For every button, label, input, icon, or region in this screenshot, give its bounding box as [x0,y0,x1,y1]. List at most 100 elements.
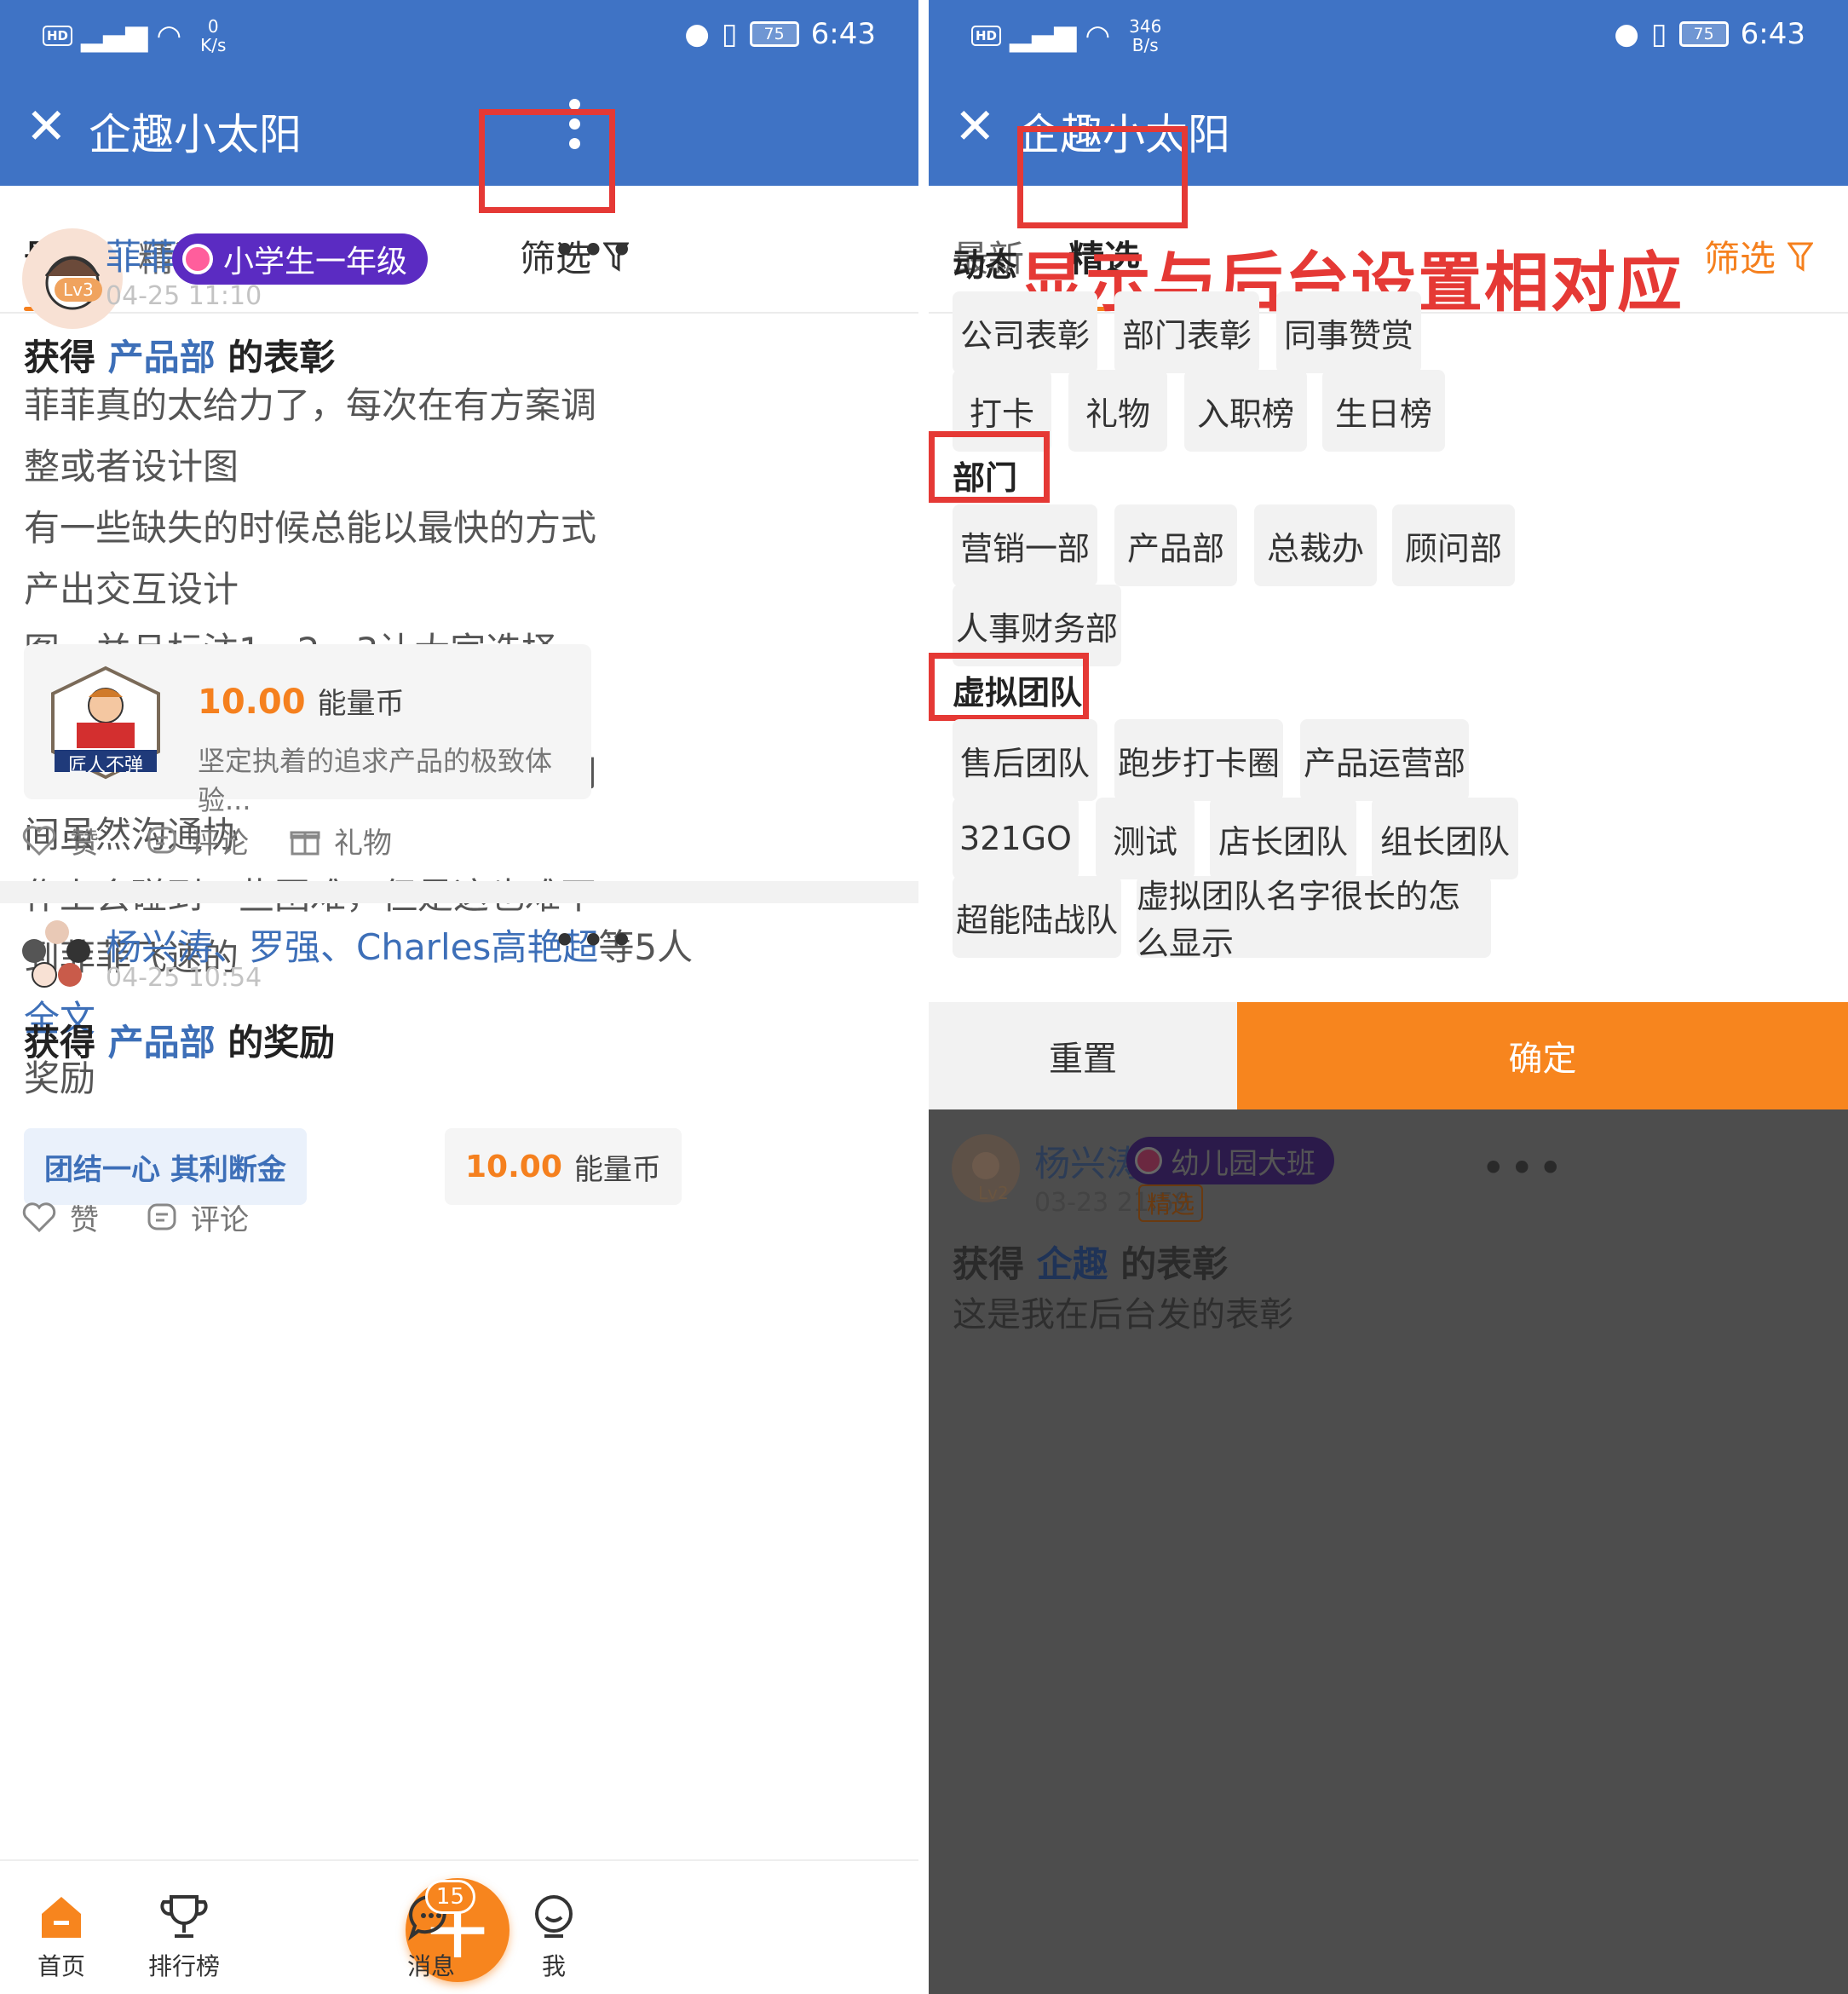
filter-chip[interactable]: 公司表彰 [953,291,1097,373]
department-link[interactable]: 产品部 [108,337,216,378]
hd-icon: HD [971,26,1002,46]
author-name[interactable]: 菲菲 [106,228,177,280]
home-icon [42,1897,81,1938]
group-avatar[interactable] [20,919,94,992]
reward-tag: 团结一心 其利断金 [24,1128,307,1205]
filter-chip[interactable]: 跑步打卡圈 [1114,719,1283,801]
filter-chip[interactable]: 测试 [1096,798,1195,879]
post-divider [0,881,918,903]
gem-icon [1135,1147,1162,1174]
status-bar: HD ▂▄▆ ◠ 0 K/s ● ▯ 75 6:43 [43,12,876,63]
reward-description: 坚定执着的追求产品的极致体验... [198,745,553,816]
post-time: 04-25 10:54 [106,963,262,993]
nav-leaderboard[interactable]: 排行榜 [133,1892,235,1982]
highlight-department-label [929,431,1050,503]
filter-chip[interactable]: 营销一部 [953,504,1097,586]
level-badge: Lv3 [55,278,102,302]
filter-chip[interactable]: 顾问部 [1392,504,1515,586]
close-icon[interactable]: ✕ [26,101,67,152]
nav-home[interactable]: 首页 [10,1892,112,1982]
highlight-featured-tab [1017,126,1188,228]
like-button[interactable]: 赞 [22,1196,99,1238]
app-bar: HD ▂▄▆ ◠ 0 K/s ● ▯ 75 6:43 ✕ 企趣小太阳 [0,0,918,186]
filter-chip[interactable]: 虚拟团队名字很长的怎么显示 [1137,876,1491,962]
gem-icon [182,244,213,274]
battery-icon: 75 [749,21,799,47]
confirm-button[interactable]: 确定 [1237,1002,1848,1109]
unread-badge: 15 [424,1880,475,1914]
filter-chip[interactable]: 售后团队 [953,719,1097,801]
filter-chip[interactable]: 组长团队 [1372,798,1518,879]
gift-button[interactable]: 礼物 [290,820,392,862]
comment-button[interactable]: 评论 [147,1196,249,1238]
dim-overlay[interactable]: Lv2 杨兴涛 幼儿园大班 ••• 03-23 21:59 精选 获得 企趣 的… [929,1109,1848,1994]
panel-separator [918,0,929,1994]
vibrate-icon: ▯ [721,17,738,51]
filter-chip[interactable]: 321GO [953,798,1079,879]
section-label-dynamic: 动态 [953,246,1018,284]
location-icon: ● [684,17,710,51]
filter-chip[interactable]: 部门表彰 [1114,291,1259,373]
filter-chip[interactable]: 产品运营部 [1300,719,1469,801]
heart-icon [22,1202,56,1232]
status-bar: HD ▂▄▆ ◠ 346 B/s ● ▯ 75 6:43 [971,12,1805,63]
page-title: 企趣小太阳 [89,110,302,159]
battery-icon: 75 [1678,21,1729,47]
comment-button[interactable]: 评论 [147,820,249,862]
feed-screen: HD ▂▄▆ ◠ 0K/s ● ▯ 75 6:43 ✕ 企趣小太阳 最新 精选 … [0,0,918,1994]
wifi-icon: ◠ [1085,19,1111,53]
comment-icon [147,1203,176,1230]
filter-chip[interactable]: 店长团队 [1210,798,1356,879]
nav-messages[interactable]: 消息 15 [380,1880,482,1982]
clock: 6:43 [810,17,876,51]
signal-icon: ▂▄▆ [1010,19,1077,53]
nav-me[interactable]: 我 [503,1892,605,1982]
comment-icon [147,827,176,853]
reset-button[interactable]: 重置 [929,1002,1237,1109]
grade-badge: 幼儿园大班 [1126,1137,1334,1184]
close-icon[interactable]: ✕ [954,101,996,152]
filter-chip[interactable]: 生日榜 [1322,370,1445,452]
post-body: 这是我在后台发的表彰 [953,1295,1293,1334]
bottom-nav: 首页 排行榜 + 消息 15 我 [0,1859,918,1994]
grade-badge: 小学生一年级 [172,233,429,285]
user-icon [535,1895,573,1938]
post-more-icon[interactable]: ••• [552,919,637,962]
signal-icon: ▂▄▆ [81,19,148,53]
highlight-filter-box [479,109,615,213]
gift-icon [290,831,320,855]
filter-chip[interactable]: 超能陆战队 [953,876,1121,958]
filter-chip[interactable]: 礼物 [1068,370,1167,452]
badge-caption: 匠人不弹 [67,755,143,776]
filter-chip[interactable]: 入职榜 [1184,370,1307,452]
network-speed: 346 B/s [1129,16,1162,55]
hd-icon: HD [43,26,73,46]
network-speed: 0 K/s [200,16,227,55]
post-title: 获得 企趣 的表彰 [953,1243,1229,1285]
coin-reward: 10.00 能量币 [198,683,405,722]
filter-screen: HD ▂▄▆ ◠ 346 B/s ● ▯ 75 6:43 ✕ 企趣小太阳 最新 精… [929,0,1848,1994]
post-title: 获得 产品部 的表彰 [24,337,336,378]
location-icon: ● [1614,17,1639,51]
filter-chip[interactable]: 产品部 [1114,504,1237,586]
department-link[interactable]: 产品部 [108,1022,216,1063]
coin-reward: 10.00 能量币 [445,1128,682,1205]
post-body: 奖励 [24,1058,96,1099]
heart-icon [22,825,56,856]
featured-tag: 精选 [1138,1184,1204,1222]
post-time: 04-25 11:10 [106,281,262,311]
level-badge: Lv2 [978,1183,1009,1203]
post-more-icon: ••• [1481,1144,1567,1193]
filter-chip[interactable]: 总裁办 [1254,504,1377,586]
reward-card[interactable]: 匠人不弹 10.00 能量币 坚定执着的追求产品的极致体验... [24,644,591,816]
filter-button[interactable]: 筛选 [1704,230,1814,282]
funnel-icon [1788,242,1814,272]
vibrate-icon: ▯ [1650,17,1667,51]
post-more-icon[interactable]: ••• [552,229,637,272]
trophy-icon [160,1895,208,1938]
highlight-virtual-team-label [929,653,1089,721]
like-button[interactable]: 赞 [22,820,99,862]
clock: 6:43 [1740,17,1805,51]
wifi-icon: ◠ [156,19,182,53]
filter-chip[interactable]: 同事赞赏 [1276,291,1421,373]
